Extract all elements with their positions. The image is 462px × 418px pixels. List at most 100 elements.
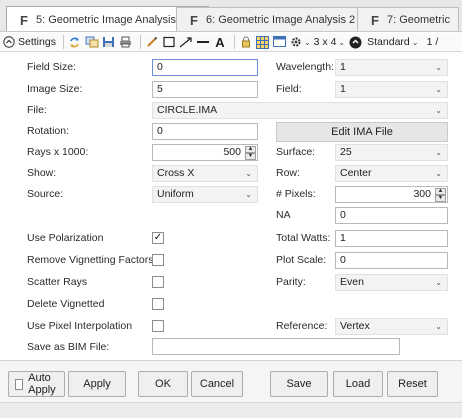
wavelength-select[interactable]: 1 ⌄ bbox=[335, 59, 448, 76]
analysis-window-icon: F bbox=[371, 12, 379, 28]
row-select[interactable]: Center ⌄ bbox=[335, 165, 448, 182]
source-select[interactable]: Uniform ⌄ bbox=[152, 186, 258, 203]
chevron-down-icon: ⌄ bbox=[435, 148, 442, 157]
lock-button[interactable] bbox=[239, 34, 253, 51]
na-input[interactable]: 0 bbox=[335, 207, 448, 224]
draw-line-button[interactable] bbox=[145, 34, 159, 51]
remove-vignetting-label: Remove Vignetting Factors bbox=[27, 254, 154, 266]
tab-geometric-image-analysis-2[interactable]: F 6: Geometric Image Analysis 2 bbox=[176, 7, 365, 31]
chevron-down-icon: ⌄ bbox=[435, 278, 442, 287]
text-annotation-button[interactable]: A bbox=[213, 34, 227, 51]
reference-value: Vertex bbox=[340, 320, 370, 332]
pixels-spinner[interactable]: ▲ ▼ bbox=[435, 188, 446, 202]
grid-layout-button[interactable] bbox=[256, 34, 270, 51]
settings-button[interactable]: Settings bbox=[3, 34, 56, 51]
auto-apply-toggle[interactable]: Auto Apply bbox=[8, 371, 65, 397]
cancel-button[interactable]: Cancel bbox=[191, 371, 243, 397]
surface-select[interactable]: 25 ⌄ bbox=[335, 144, 448, 161]
delete-vignetted-checkbox[interactable] bbox=[152, 298, 164, 310]
print-button[interactable] bbox=[119, 34, 133, 51]
tab-label: 5: Geometric Image Analysis 1 bbox=[36, 14, 186, 26]
file-label: File: bbox=[27, 104, 47, 116]
pixel-interpolation-label: Use Pixel Interpolation bbox=[27, 320, 133, 332]
auto-apply-checkbox[interactable] bbox=[15, 378, 24, 390]
plot-scale-label: Plot Scale: bbox=[276, 254, 327, 266]
tab-geometric-3[interactable]: F 7: Geometric bbox=[357, 7, 459, 31]
rays-label: Rays x 1000: bbox=[27, 146, 89, 158]
analysis-window-icon: F bbox=[20, 12, 28, 28]
settings-label: Settings bbox=[18, 36, 56, 48]
apply-button[interactable]: Apply bbox=[68, 371, 126, 397]
window-button[interactable] bbox=[273, 34, 287, 51]
wavelength-value: 1 bbox=[340, 61, 346, 73]
scatter-rays-checkbox[interactable] bbox=[152, 276, 164, 288]
draw-arrow-button[interactable] bbox=[179, 34, 193, 51]
reset-button[interactable]: Reset bbox=[387, 371, 438, 397]
rotation-input[interactable]: 0 bbox=[152, 123, 258, 140]
row-value: Center bbox=[340, 167, 372, 179]
wavelength-label: Wavelength: bbox=[276, 61, 334, 73]
toolbar: Settings A ⌄ 3 x 4 ⌄ Standard ⌄ 1 / bbox=[0, 33, 462, 52]
settings-chevron-icon bbox=[3, 36, 15, 48]
total-watts-input[interactable]: 1 bbox=[335, 230, 448, 247]
rays-spinner[interactable]: ▲ ▼ bbox=[245, 146, 256, 160]
standard-dropdown[interactable]: Standard ⌄ bbox=[367, 34, 418, 51]
image-size-input[interactable]: 5 bbox=[152, 81, 258, 98]
window-icon bbox=[273, 36, 287, 47]
checkmark-icon: ✓ bbox=[153, 232, 163, 243]
zoom-circle-icon bbox=[349, 36, 362, 48]
parity-select[interactable]: Even ⌄ bbox=[335, 274, 448, 291]
field-size-input[interactable]: 0 bbox=[152, 59, 258, 76]
standard-label: Standard bbox=[367, 36, 410, 48]
toolbar-separator bbox=[233, 35, 235, 49]
draw-line-solid-button[interactable] bbox=[196, 34, 210, 51]
layout-dropdown[interactable]: ⌄ 3 x 4 ⌄ bbox=[290, 34, 345, 51]
page-indicator: 1 / bbox=[426, 36, 439, 48]
edit-ima-file-button[interactable]: Edit IMA File bbox=[276, 122, 448, 142]
chevron-down-icon: ⌄ bbox=[245, 190, 252, 199]
decrement-icon[interactable]: ▼ bbox=[245, 153, 256, 160]
surface-value: 25 bbox=[340, 146, 352, 158]
update-button[interactable] bbox=[68, 34, 82, 51]
rays-stepper[interactable]: 500 ▲ ▼ bbox=[152, 144, 258, 161]
print-icon bbox=[120, 36, 132, 48]
save-icon bbox=[103, 37, 115, 47]
field-value: 1 bbox=[340, 83, 346, 95]
draw-rectangle-button[interactable] bbox=[162, 34, 176, 51]
field-size-label: Field Size: bbox=[27, 61, 77, 73]
chevron-down-icon: ⌄ bbox=[303, 37, 311, 47]
layout-label: 3 x 4 bbox=[313, 36, 337, 48]
scatter-rays-label: Scatter Rays bbox=[27, 276, 88, 288]
show-label: Show: bbox=[27, 167, 57, 179]
source-label: Source: bbox=[27, 188, 64, 200]
pixel-interpolation-checkbox[interactable] bbox=[152, 320, 164, 332]
toolbar-separator bbox=[139, 35, 141, 49]
chevron-down-icon: ⌄ bbox=[245, 169, 252, 178]
reference-select[interactable]: Vertex ⌄ bbox=[335, 318, 448, 335]
remove-vignetting-checkbox[interactable] bbox=[152, 254, 164, 266]
chevron-down-icon: ⌄ bbox=[435, 322, 442, 331]
file-select[interactable]: CIRCLE.IMA ⌄ bbox=[152, 102, 448, 119]
source-value: Uniform bbox=[157, 188, 194, 200]
load-button[interactable]: Load bbox=[333, 371, 383, 397]
ok-button[interactable]: OK bbox=[138, 371, 188, 397]
chevron-down-icon: ⌄ bbox=[435, 63, 442, 72]
use-polarization-checkbox[interactable]: ✓ bbox=[152, 232, 164, 244]
save-button[interactable]: Save bbox=[270, 371, 328, 397]
na-label: NA bbox=[276, 209, 291, 221]
copy-button[interactable] bbox=[85, 34, 99, 51]
increment-icon[interactable]: ▲ bbox=[435, 188, 446, 195]
show-select[interactable]: Cross X ⌄ bbox=[152, 165, 258, 182]
save-bim-input[interactable] bbox=[152, 338, 400, 355]
decrement-icon[interactable]: ▼ bbox=[435, 195, 446, 202]
field-select[interactable]: 1 ⌄ bbox=[335, 81, 448, 98]
save-image-button[interactable] bbox=[102, 34, 116, 51]
copy-icon bbox=[85, 36, 99, 48]
status-strip bbox=[0, 402, 462, 418]
zoom-button[interactable] bbox=[348, 34, 362, 51]
increment-icon[interactable]: ▲ bbox=[245, 146, 256, 153]
reference-label: Reference: bbox=[276, 320, 328, 332]
auto-apply-label: Auto Apply bbox=[28, 372, 56, 396]
pixels-stepper[interactable]: 300 ▲ ▼ bbox=[335, 186, 448, 203]
plot-scale-input[interactable]: 0 bbox=[335, 252, 448, 269]
